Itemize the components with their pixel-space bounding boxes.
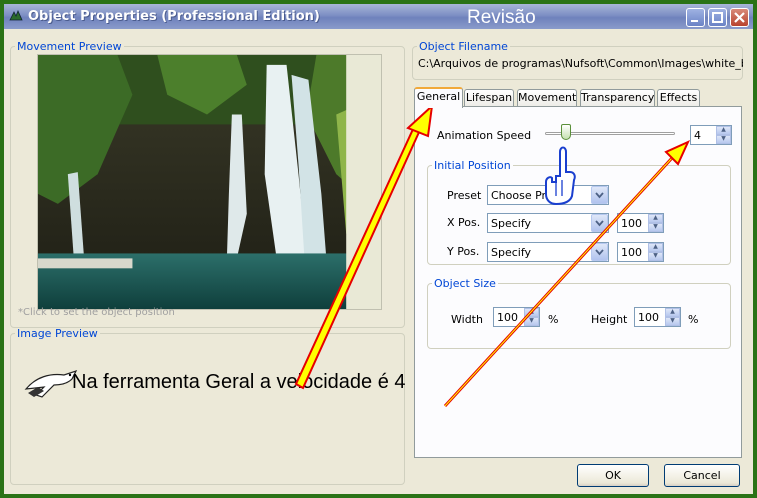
app-icon	[9, 9, 23, 21]
cancel-button[interactable]: Cancel	[664, 464, 740, 487]
preset-label: Preset	[447, 189, 482, 202]
width-spinner[interactable]: 100 ▲ ▼	[493, 307, 540, 327]
ok-button[interactable]: OK	[577, 464, 649, 487]
xpos-value: 100	[621, 217, 642, 230]
tab-general[interactable]: General	[414, 87, 463, 108]
spin-down-icon[interactable]: ▼	[648, 223, 663, 232]
overlay-title: Revisão	[467, 7, 536, 28]
general-tab-panel: Animation Speed 4 ▲ ▼ Initial Position P…	[414, 106, 742, 458]
tab-effects[interactable]: Effects	[657, 89, 700, 107]
maximize-button[interactable]	[708, 8, 727, 27]
minimize-icon	[691, 20, 698, 22]
movement-preview-label: Movement Preview	[17, 40, 122, 53]
spin-up-icon[interactable]: ▲	[665, 308, 680, 317]
spin-down-icon[interactable]: ▼	[648, 252, 663, 261]
chevron-down-icon	[595, 192, 604, 199]
object-size-label: Object Size	[434, 277, 496, 290]
width-unit: %	[548, 313, 559, 326]
xpos-dropdown-button[interactable]	[591, 214, 608, 232]
preset-value: Choose Preset	[491, 189, 570, 202]
spin-down-icon[interactable]: ▼	[665, 317, 680, 326]
dialog-body: Movement Preview *Click to set the objec…	[4, 29, 753, 494]
xpos-spinner[interactable]: 100 ▲ ▼	[617, 213, 664, 233]
height-label: Height	[591, 313, 628, 326]
minimize-button[interactable]	[686, 8, 705, 27]
preset-dropdown-button[interactable]	[591, 186, 608, 204]
preset-select[interactable]: Choose Preset	[487, 185, 609, 205]
chevron-down-icon	[595, 220, 604, 227]
title-bar[interactable]: Object Properties (Professional Edition)…	[4, 4, 753, 29]
ypos-dropdown-button[interactable]	[591, 243, 608, 261]
initial-position-label: Initial Position	[434, 159, 511, 172]
ypos-value: 100	[621, 246, 642, 259]
click-hint: *Click to set the object position	[18, 307, 175, 318]
annotation-text: Na ferramenta Geral a velocidade é 4	[72, 371, 406, 393]
xpos-mode-select[interactable]: Specify	[487, 213, 609, 233]
spin-up-icon[interactable]: ▲	[648, 243, 663, 252]
image-preview-label: Image Preview	[17, 327, 98, 340]
ypos-spinner[interactable]: 100 ▲ ▼	[617, 242, 664, 262]
ypos-label: Y Pos.	[447, 245, 480, 258]
height-value: 100	[638, 311, 659, 324]
movement-preview-image[interactable]	[37, 54, 382, 310]
close-icon	[734, 12, 745, 23]
close-button[interactable]	[730, 8, 749, 27]
height-spinner[interactable]: 100 ▲ ▼	[634, 307, 681, 327]
height-unit: %	[688, 313, 699, 326]
animation-speed-value: 4	[694, 129, 701, 142]
animation-speed-slider-thumb[interactable]	[561, 124, 571, 140]
spin-down-icon[interactable]: ▼	[524, 317, 539, 326]
spin-up-icon[interactable]: ▲	[524, 308, 539, 317]
width-value: 100	[497, 311, 518, 324]
filename-label: Object Filename	[419, 40, 508, 53]
spin-up-icon[interactable]: ▲	[648, 214, 663, 223]
xpos-label: X Pos.	[447, 216, 481, 229]
ypos-mode-select[interactable]: Specify	[487, 242, 609, 262]
width-label: Width	[451, 313, 483, 326]
filename-field[interactable]: C:\Arquivos de programas\Nufsoft\Common\…	[418, 57, 743, 72]
chevron-down-icon	[595, 249, 604, 256]
xpos-mode-value: Specify	[491, 217, 532, 230]
maximize-icon	[712, 12, 723, 23]
animation-speed-spinner[interactable]: 4 ▲ ▼	[690, 125, 732, 145]
tab-lifespan[interactable]: Lifespan	[464, 89, 514, 107]
animation-speed-label: Animation Speed	[437, 129, 532, 142]
ypos-mode-value: Specify	[491, 246, 532, 259]
tab-movement[interactable]: Movement	[517, 89, 577, 107]
tab-strip: General Lifespan Movement Transparency E…	[414, 87, 714, 108]
tab-transparency[interactable]: Transparency	[580, 89, 655, 107]
window-title: Object Properties (Professional Edition)	[28, 9, 320, 24]
spin-up-icon[interactable]: ▲	[716, 126, 731, 135]
spin-down-icon[interactable]: ▼	[716, 135, 731, 144]
